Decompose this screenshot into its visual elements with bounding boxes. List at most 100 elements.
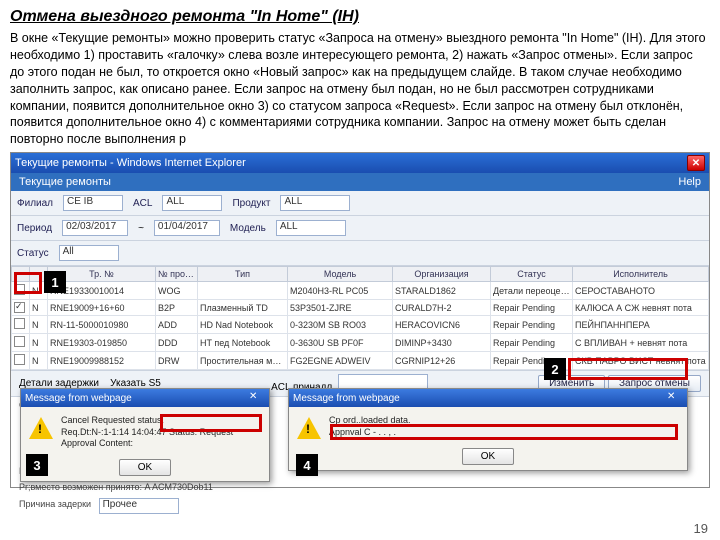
- table-header[interactable]: Исполнитель: [573, 267, 709, 282]
- table-cell: ADD: [156, 316, 198, 334]
- filter-label: Модель: [230, 223, 266, 234]
- dialog-rejected: Message from webpage ✕ Cp ord..loaded da…: [288, 388, 688, 471]
- badge-2: 2: [544, 358, 566, 380]
- date-to[interactable]: 01/04/2017: [154, 220, 220, 236]
- grid-area: Тр. №№ продуктаТипМодельОрганизацияСтату…: [11, 266, 709, 370]
- warning-icon: [297, 417, 321, 439]
- table-cell: [12, 300, 30, 316]
- table-cell: DRW: [156, 352, 198, 370]
- filter-row-1: Филиал CE IB ACL ALL Продукт ALL: [11, 191, 709, 216]
- table-header[interactable]: [12, 267, 30, 282]
- table-cell: B2P: [156, 300, 198, 316]
- dialog4-line1: Cp ord..loaded data.: [329, 415, 411, 427]
- table-cell: FG2EGNE ADWEIV: [288, 352, 393, 370]
- dialog3-line2: Req.Dt:N-:1-1:14 14:04:47 Status: Reques…: [61, 427, 233, 439]
- table-header[interactable]: Модель: [288, 267, 393, 282]
- subheader-title: Текущие ремонты: [19, 176, 111, 188]
- filter-model[interactable]: ALL: [276, 220, 346, 236]
- table-cell: Repair Pending: [491, 300, 573, 316]
- table-cell: RNE19009+16+60: [48, 300, 156, 316]
- filter-label: Период: [17, 223, 52, 234]
- table-header[interactable]: Организация: [393, 267, 491, 282]
- dialog-status-request: Message from webpage ✕ Cancel Requested …: [20, 388, 270, 482]
- dialog4-line2: Appnval C - . . , .: [329, 427, 411, 439]
- close-icon[interactable]: ✕: [249, 391, 265, 405]
- table-cell: 0-3230M SB RO03: [288, 316, 393, 334]
- table-cell: N: [30, 334, 48, 352]
- filter-branch[interactable]: CE IB: [63, 195, 123, 211]
- table-cell: [12, 282, 30, 300]
- filter-status[interactable]: All: [59, 245, 119, 261]
- filter-product[interactable]: ALL: [280, 195, 350, 211]
- reason-select[interactable]: Прочее: [99, 498, 179, 514]
- table-header[interactable]: Тип: [198, 267, 288, 282]
- table-cell: [12, 334, 30, 352]
- dialog3-ok-button[interactable]: OK: [119, 459, 171, 476]
- table-cell: DDD: [156, 334, 198, 352]
- table-cell: [12, 352, 30, 370]
- repairs-table: Тр. №№ продуктаТипМодельОрганизацияСтату…: [11, 266, 709, 370]
- filter-label: Статус: [17, 248, 49, 259]
- table-cell: Простительная машин: [198, 352, 288, 370]
- table-cell: СЕРОСТАВАНОТО: [573, 282, 709, 300]
- filter-label: Филиал: [17, 198, 53, 209]
- table-cell: Repair Pending: [491, 316, 573, 334]
- table-cell: [12, 316, 30, 334]
- table-cell: [198, 282, 288, 300]
- close-icon[interactable]: ✕: [667, 391, 683, 405]
- table-header-row: Тр. №№ продуктаТипМодельОрганизацияСтату…: [12, 267, 709, 282]
- table-cell: DIMINP+3430: [393, 334, 491, 352]
- page-number: 19: [694, 521, 708, 536]
- date-sep: ~: [138, 223, 144, 234]
- dialog3-line3: Approval Content:: [61, 438, 233, 450]
- row-checkbox[interactable]: [14, 354, 25, 365]
- table-cell: CGRNIP12+26: [393, 352, 491, 370]
- dialog3-title: Message from webpage: [25, 393, 132, 404]
- table-row[interactable]: NRN-11-5000010980ADDHD Nad Notebook0-323…: [12, 316, 709, 334]
- row-checkbox[interactable]: [14, 336, 25, 347]
- filter-label: Продукт: [232, 198, 270, 209]
- table-cell: 53P3501-ZJRE: [288, 300, 393, 316]
- dialog4-ok-button[interactable]: OK: [462, 448, 514, 465]
- table-cell: 0-3630U SB PF0F: [288, 334, 393, 352]
- table-cell: HERACOVICN6: [393, 316, 491, 334]
- badge-1: 1: [44, 271, 66, 293]
- table-cell: СКВ ПАВРО ВИСТ невнят пота: [573, 352, 709, 370]
- table-cell: Плазменный TD: [198, 300, 288, 316]
- table-cell: С ВПЛИВАН + невнят пота: [573, 334, 709, 352]
- filter-label: ACL: [133, 198, 152, 209]
- dialog4-title: Message from webpage: [293, 393, 400, 404]
- table-cell: Repair Pending: [491, 334, 573, 352]
- filter-acl[interactable]: ALL: [162, 195, 222, 211]
- table-row[interactable]: NRNE19303-019850DDDHT пед Notebook0-3630…: [12, 334, 709, 352]
- table-row[interactable]: NRNE19009988152DRWПростительная машинFG2…: [12, 352, 709, 370]
- row-checkbox[interactable]: [14, 318, 25, 329]
- help-link[interactable]: Help: [678, 176, 701, 188]
- table-header[interactable]: Статус: [491, 267, 573, 282]
- window-title: Текущие ремонты - Windows Internet Explo…: [15, 157, 246, 169]
- table-cell: CURALD7H-2: [393, 300, 491, 316]
- table-cell: N: [30, 316, 48, 334]
- table-cell: N: [30, 300, 48, 316]
- close-icon[interactable]: ✕: [687, 155, 705, 171]
- date-from[interactable]: 02/03/2017: [62, 220, 128, 236]
- table-row[interactable]: NRNE19330010014WOGM2040H3-RL PC05STARALD…: [12, 282, 709, 300]
- badge-3: 3: [26, 454, 48, 476]
- table-cell: HD Nad Notebook: [198, 316, 288, 334]
- table-row[interactable]: NRNE19009+16+60B2PПлазменный TD53P3501-Z…: [12, 300, 709, 316]
- table-cell: HT пед Notebook: [198, 334, 288, 352]
- table-cell: ПЕЙНПАННПЕРА: [573, 316, 709, 334]
- window-subheader: Текущие ремонты Help: [11, 173, 709, 191]
- table-cell: N: [30, 352, 48, 370]
- window-titlebar: Текущие ремонты - Windows Internet Explo…: [11, 153, 709, 173]
- row-checkbox[interactable]: [14, 284, 25, 295]
- table-header[interactable]: № продукта: [156, 267, 198, 282]
- table-cell: WOG: [156, 282, 198, 300]
- table-cell: КАЛЮСА А СЖ невнят пота: [573, 300, 709, 316]
- row-checkbox[interactable]: [14, 302, 25, 313]
- table-cell: RN-11-5000010980: [48, 316, 156, 334]
- bottom-line-3: Причина задерки Прочее: [11, 495, 709, 517]
- table-cell: M2040H3-RL PC05: [288, 282, 393, 300]
- slide-title: Отмена выездного ремонта "In Home" (IH): [10, 8, 710, 26]
- table-cell: STARALD1862: [393, 282, 491, 300]
